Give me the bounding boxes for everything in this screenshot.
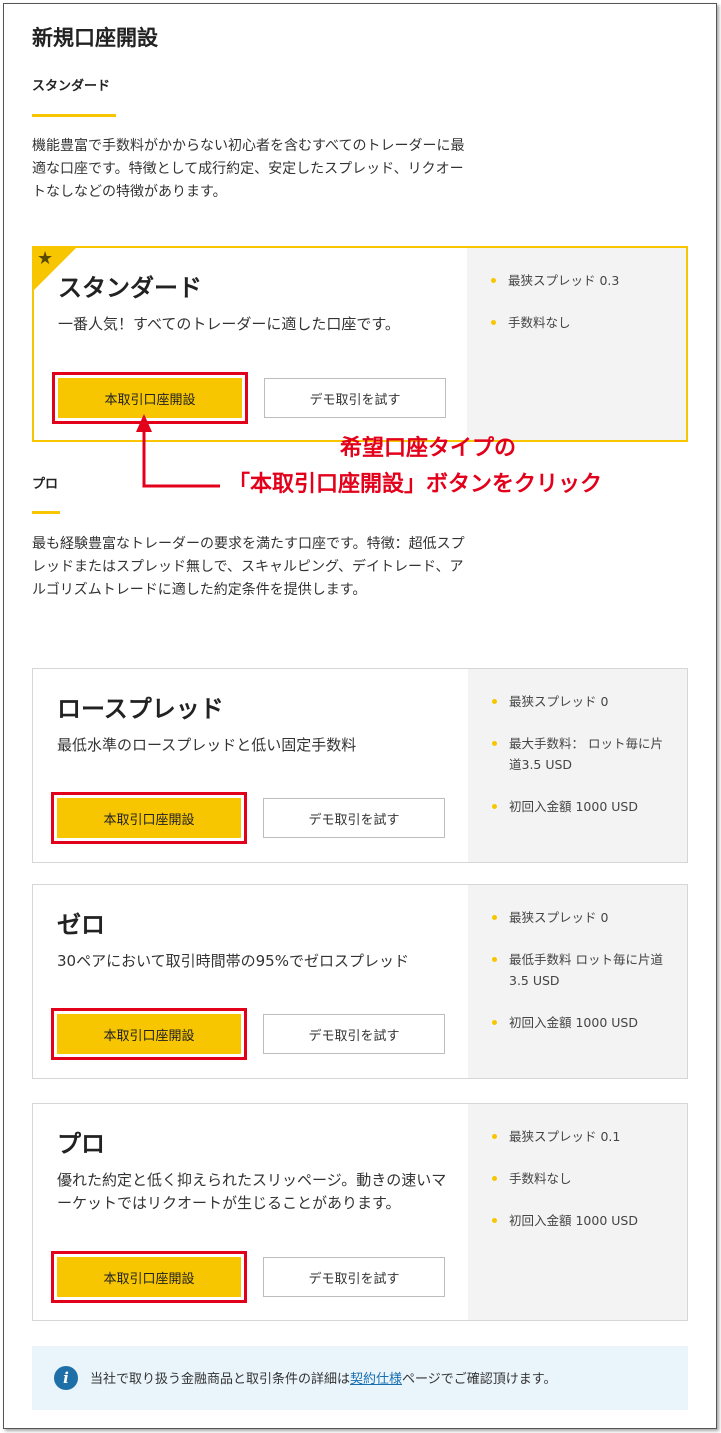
try-demo-button[interactable]: デモ取引を試す bbox=[263, 1257, 445, 1297]
feature-item: 最低手数料 ロット毎に片道3.5 USD bbox=[492, 949, 672, 991]
info-icon: i bbox=[54, 1366, 78, 1390]
contract-specs-link[interactable]: 契約仕様 bbox=[350, 1372, 402, 1387]
info-notice: i 当社で取り扱う金融商品と取引条件の詳細は契約仕様ページでご確認頂けます。 bbox=[32, 1346, 688, 1410]
card-title: ロースプレッド bbox=[57, 695, 224, 723]
info-text-before: 当社で取り扱う金融商品と取引条件の詳細は bbox=[90, 1372, 351, 1387]
annotation-text-line1: 希望口座タイプの bbox=[340, 436, 517, 461]
account-card-low-spread: ロースプレッド 最低水準のロースプレッドと低い固定手数料 本取引口座開設 デモ取… bbox=[32, 668, 688, 863]
card-features-panel: 最狭スプレッド 0.3 手数料なし bbox=[467, 248, 686, 440]
feature-item: 最狭スプレッド 0 bbox=[492, 691, 672, 712]
star-icon: ★ bbox=[37, 248, 54, 269]
annotation-arrow bbox=[136, 414, 220, 488]
feature-list: 最狭スプレッド 0.1 手数料なし 初回入金額 1000 USD bbox=[492, 1126, 672, 1252]
card-title: スタンダード bbox=[58, 274, 202, 302]
try-demo-button[interactable]: デモ取引を試す bbox=[263, 1014, 445, 1054]
card-description: 最低水準のロースプレッドと低い固定手数料 bbox=[57, 736, 357, 754]
open-live-account-button[interactable]: 本取引口座開設 bbox=[57, 798, 241, 838]
feature-item: 手数料なし bbox=[492, 1168, 672, 1189]
card-description: 一番人気！すべてのトレーダーに適した口座です。 bbox=[58, 315, 400, 333]
card-main: プロ 優れた約定と低く抑えられたスリッページ。動きの速いマーケットではリクオート… bbox=[33, 1104, 469, 1320]
feature-item: 最大手数料： ロット毎に片道3.5 USD bbox=[492, 733, 672, 775]
card-main: ロースプレッド 最低水準のロースプレッドと低い固定手数料 本取引口座開設 デモ取… bbox=[33, 669, 469, 862]
feature-item: 初回入金額 1000 USD bbox=[492, 796, 672, 817]
card-features-panel: 最狭スプレッド 0.1 手数料なし 初回入金額 1000 USD bbox=[468, 1104, 687, 1320]
card-features-panel: 最狭スプレッド 0 最低手数料 ロット毎に片道3.5 USD 初回入金額 100… bbox=[468, 885, 687, 1078]
open-live-account-button[interactable]: 本取引口座開設 bbox=[57, 1257, 241, 1297]
feature-list: 最狭スプレッド 0.3 手数料なし bbox=[491, 270, 671, 354]
feature-list: 最狭スプレッド 0 最低手数料 ロット毎に片道3.5 USD 初回入金額 100… bbox=[492, 907, 672, 1054]
feature-item: 手数料なし bbox=[491, 312, 671, 333]
open-live-account-button[interactable]: 本取引口座開設 bbox=[57, 1014, 241, 1054]
info-text-after: ページでご確認頂けます。 bbox=[402, 1372, 557, 1387]
annotation-text-line2: 「本取引口座開設」ボタンをクリック bbox=[228, 472, 603, 497]
account-card-pro: プロ 優れた約定と低く抑えられたスリッページ。動きの速いマーケットではリクオート… bbox=[32, 1103, 688, 1321]
section-description-pro: 最も経験豊富なトレーダーの要求を満たす口座です。特徴：超低スプレッドまたはスプレ… bbox=[32, 536, 465, 598]
feature-item: 初回入金額 1000 USD bbox=[492, 1210, 672, 1231]
card-description: 30ペアにおいて取引時間帯の95%でゼロスプレッド bbox=[57, 952, 409, 970]
feature-item: 最狭スプレッド 0.3 bbox=[491, 270, 671, 291]
info-text: 当社で取り扱う金融商品と取引条件の詳細は契約仕様ページでご確認頂けます。 bbox=[90, 1368, 556, 1387]
card-title: ゼロ bbox=[57, 911, 105, 939]
section-description-standard: 機能豊富で手数料がかからない初心者を含むすべてのトレーダーに最適な口座です。特徴… bbox=[32, 138, 465, 200]
card-features-panel: 最狭スプレッド 0 最大手数料： ロット毎に片道3.5 USD 初回入金額 10… bbox=[468, 669, 687, 862]
card-description: 優れた約定と低く抑えられたスリッページ。動きの速いマーケットではリクオートが生じ… bbox=[57, 1171, 447, 1212]
feature-item: 初回入金額 1000 USD bbox=[492, 1012, 672, 1033]
card-main: ゼロ 30ペアにおいて取引時間帯の95%でゼロスプレッド 本取引口座開設 デモ取… bbox=[33, 885, 469, 1078]
try-demo-button[interactable]: デモ取引を試す bbox=[264, 378, 446, 418]
feature-item: 最狭スプレッド 0 bbox=[492, 907, 672, 928]
card-main: ★ スタンダード 一番人気！すべてのトレーダーに適した口座です。 本取引口座開設… bbox=[34, 248, 470, 440]
feature-list: 最狭スプレッド 0 最大手数料： ロット毎に片道3.5 USD 初回入金額 10… bbox=[492, 691, 672, 838]
section-label-standard: スタンダード bbox=[32, 79, 111, 94]
feature-item: 最狭スプレッド 0.1 bbox=[492, 1126, 672, 1147]
card-title: プロ bbox=[57, 1130, 105, 1158]
section-underline bbox=[32, 114, 116, 117]
account-card-zero: ゼロ 30ペアにおいて取引時間帯の95%でゼロスプレッド 本取引口座開設 デモ取… bbox=[32, 884, 688, 1079]
try-demo-button[interactable]: デモ取引を試す bbox=[263, 798, 445, 838]
page-title: 新規口座開設 bbox=[32, 26, 158, 50]
section-underline bbox=[32, 511, 60, 514]
section-label-pro: プロ bbox=[32, 477, 59, 492]
